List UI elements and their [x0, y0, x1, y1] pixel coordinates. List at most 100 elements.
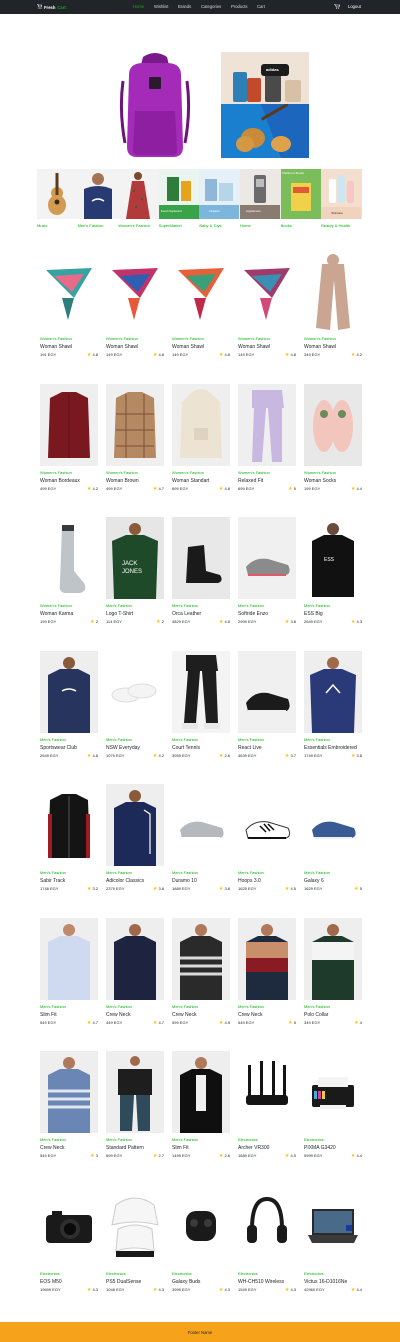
product-image[interactable] [172, 1051, 230, 1133]
product-card[interactable]: JACK JONES Men's Fashion Logo T-Shirt 114 EG… [106, 517, 164, 635]
product-card[interactable]: Women's Fashion Woman Standart 699 EGY ★ 4.… [172, 383, 230, 502]
category-home[interactable]: Appliances Home [240, 168, 281, 230]
product-card[interactable]: Men's Fashion Crew Neck 549 EGY ★ 3 [40, 1051, 98, 1169]
product-image[interactable] [304, 250, 362, 332]
product-image[interactable] [304, 784, 362, 866]
product-card[interactable]: Electronics PS5 DualSense 1048 EGY ★ 4.3 [106, 1184, 164, 1303]
nav-brands[interactable]: Brands [178, 4, 191, 9]
category-mens-fashion[interactable]: Men's Fashion [77, 168, 119, 230]
product-image[interactable] [40, 650, 98, 733]
category-supermarket[interactable]: Food Cupboard SuperMarket [158, 168, 200, 230]
product-image[interactable] [40, 1051, 98, 1133]
product-image[interactable] [172, 383, 230, 466]
product-card[interactable]: Women's Fashion Relaxed Fit 699 EGY ★ 5 [238, 383, 296, 502]
product-card[interactable]: Women's Fashion Woman Socks 199 EGY ★ 4.4 [304, 383, 362, 502]
product-image[interactable] [40, 383, 98, 466]
product-image[interactable] [40, 250, 98, 332]
product-card[interactable]: Men's Fashion Orca Leather 4829 EGY ★ 4.5 [172, 517, 230, 635]
product-image[interactable] [172, 917, 230, 1000]
product-card[interactable]: Electronics PIXMA G3420 5999 EGY ★ 4.4 [304, 1051, 362, 1169]
product-image[interactable] [238, 784, 296, 866]
product-image[interactable] [106, 917, 164, 1000]
product-image[interactable] [304, 383, 362, 466]
product-card[interactable]: Electronics Archer VR300 1689 EGY ★ 4.5 [238, 1051, 296, 1169]
product-card[interactable]: Women's Fashion Woman Karma 199 EGY ★ 2 [40, 517, 98, 635]
product-image[interactable]: ESS [304, 517, 362, 599]
product-image[interactable] [106, 383, 164, 466]
product-image[interactable] [106, 1184, 164, 1267]
product-card[interactable]: ESS Men's Fashion ESS Big 2649 EGY ★ 4.3 [304, 517, 362, 635]
product-card[interactable]: Men's Fashion Essentials Embroidered 1749 … [304, 650, 362, 769]
product-image[interactable] [106, 650, 164, 733]
product-image[interactable] [304, 917, 362, 1000]
product-card[interactable]: Women's Fashion Woman Shawl 149 EGY ★ 4.8 [106, 250, 164, 368]
product-image[interactable] [238, 383, 296, 466]
product-image[interactable]: JACK JONES [106, 517, 164, 599]
product-card[interactable]: Men's Fashion Hoops 3.0 1625 EGY ★ 4.5 [238, 784, 296, 902]
product-image[interactable] [172, 784, 230, 866]
product-card[interactable]: Women's Fashion Woman Shawl 349 EGY ★ 4.2 [304, 250, 362, 368]
product-card[interactable]: Men's Fashion NSW Everyday 1079 EGY ★ 4.2 [106, 650, 164, 769]
cart-icon[interactable] [334, 4, 341, 10]
product-image[interactable] [304, 1051, 362, 1133]
product-card[interactable]: Women's Fashion Woman Brown 499 EGY ★ 4.7 [106, 383, 164, 502]
category-books[interactable]: Children's Books Books [280, 168, 322, 230]
side-banner-guitars[interactable] [221, 104, 309, 158]
product-image[interactable] [40, 1184, 98, 1267]
nav-products[interactable]: Products [231, 4, 248, 9]
product-card[interactable]: Electronics Galaxy Buds 3999 EGY ★ 4.3 [172, 1184, 230, 1303]
product-card[interactable]: Men's Fashion Crew Neck 549 EGY ★ 5 [238, 917, 296, 1036]
product-card[interactable]: Men's Fashion Adicolor Classics 2379 EGY ★ … [106, 784, 164, 902]
nav-wishlist[interactable]: Wishlist [154, 4, 168, 9]
product-image[interactable] [238, 1184, 296, 1267]
category-beauty-health[interactable]: Skincare Beauty & Health [321, 168, 362, 230]
main-slider-backpack[interactable] [88, 48, 221, 162]
logout-link[interactable]: Logout [348, 4, 361, 9]
product-image[interactable] [238, 650, 296, 733]
product-image[interactable] [106, 784, 164, 866]
nav-categories[interactable]: Categories [201, 4, 221, 9]
product-image[interactable] [238, 1051, 296, 1133]
category-music[interactable]: Music [37, 168, 78, 230]
product-image[interactable] [304, 1184, 362, 1267]
product-image[interactable] [172, 650, 230, 733]
product-image[interactable] [304, 650, 362, 733]
category-slider[interactable]: Music Men's Fashion Women's Fashion Food… [37, 168, 362, 230]
product-card[interactable]: Women's Fashion Woman Bordeaux 499 EGY ★ 4.… [40, 383, 98, 502]
product-card[interactable]: Men's Fashion Slim Fit 1499 EGY ★ 2.6 [172, 1051, 230, 1169]
product-image[interactable] [172, 250, 230, 332]
product-image[interactable] [238, 917, 296, 1000]
product-card[interactable]: Electronics Victus 16-D1016Ne 42960 EGY ★ 4… [304, 1184, 362, 1303]
side-banner-bags[interactable]: adidas [221, 52, 309, 104]
nav-cart[interactable]: Cart [257, 4, 265, 9]
product-card[interactable]: Men's Fashion React Live 4639 EGY ★ 3.7 [238, 650, 296, 769]
product-image[interactable] [106, 1051, 164, 1133]
product-card[interactable]: Men's Fashion Softride Enzo 2999 EGY ★ 3.8 [238, 517, 296, 635]
product-card[interactable]: Women's Fashion Woman Shawl 149 EGY ★ 4.8 [238, 250, 296, 368]
product-image[interactable] [106, 250, 164, 332]
product-card[interactable]: Women's Fashion Woman Shawl 191 EGY ★ 4.8 [40, 250, 98, 368]
category-womens-fashion[interactable]: Women's Fashion [118, 168, 159, 230]
product-card[interactable]: Men's Fashion Court Tennis 3959 EGY ★ 2.6 [172, 650, 230, 769]
product-card[interactable]: Electronics WH-CH510 Wireless 1549 EGY ★ 4.… [238, 1184, 296, 1303]
nav-home[interactable]: Home [133, 4, 144, 9]
product-image[interactable] [40, 784, 98, 866]
category-baby-toys[interactable]: Diapers Baby & Toys [199, 168, 240, 230]
product-image[interactable] [40, 917, 98, 1000]
product-image[interactable] [238, 250, 296, 332]
product-image[interactable] [238, 517, 296, 599]
product-image[interactable] [172, 517, 230, 599]
product-card[interactable]: Men's Fashion Sabir Track 1748 EGY ★ 3.2 [40, 784, 98, 902]
product-card[interactable]: Men's Fashion Standard Pattern 699 EGY ★ 2.… [106, 1051, 164, 1169]
product-card[interactable]: Men's Fashion Galaxy 6 1629 EGY ★ 5 [304, 784, 362, 902]
product-card[interactable]: Men's Fashion Polo Collar 349 EGY ★ 4 [304, 917, 362, 1036]
brand-logo[interactable]: Fresh Cart [37, 4, 66, 10]
product-image[interactable] [172, 1184, 230, 1267]
product-image[interactable] [40, 517, 98, 599]
product-card[interactable]: Women's Fashion Woman Shawl 149 EGY ★ 4.8 [172, 250, 230, 368]
product-card[interactable]: Men's Fashion Slim Fit 549 EGY ★ 4.7 [40, 917, 98, 1036]
product-card[interactable]: Men's Fashion Sportswear Club 2649 EGY ★ 4.… [40, 650, 98, 769]
product-card[interactable]: Men's Fashion Crew Neck 449 EGY ★ 4.7 [106, 917, 164, 1036]
product-card[interactable]: Men's Fashion Duramo 10 1889 EGY ★ 3.8 [172, 784, 230, 902]
product-card[interactable]: Men's Fashion Crew Neck 599 EGY ★ 4.5 [172, 917, 230, 1036]
